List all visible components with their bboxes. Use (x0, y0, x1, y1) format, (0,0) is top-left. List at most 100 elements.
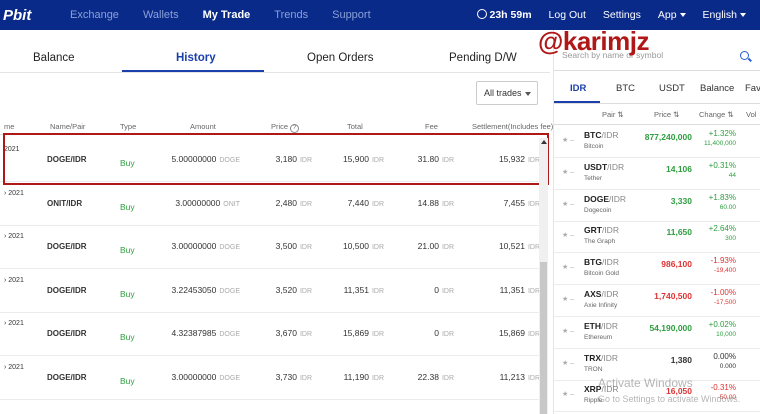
market-change-percent: +2.64% (708, 224, 736, 234)
cell-pair: DOGE/IDR (47, 372, 87, 382)
app-menu[interactable]: App (658, 9, 686, 21)
cell-pair: DOGE/IDR (47, 285, 87, 295)
cell-total: 15,869 IDR (342, 328, 384, 338)
session-timer: 23h 59m (476, 9, 532, 21)
cell-fee: 0 IDR (434, 284, 454, 295)
logo[interactable]: Pbit (0, 7, 70, 24)
table-row[interactable]: › 2021 DOGE/IDR Buy 3.22453050 DOGE 3,520 IDR 1… (0, 269, 540, 313)
market-header-vol[interactable]: Vol (746, 110, 756, 119)
market-panel: Search by name or symbol IDR BTC USDT Ba… (553, 30, 760, 414)
star-icon[interactable]: ★ – (562, 263, 574, 271)
header-pair: Name/Pair (50, 122, 86, 131)
market-price: 3,330 (670, 195, 692, 206)
help-icon[interactable]: ? (290, 124, 300, 133)
logout-link[interactable]: Log Out (549, 9, 586, 21)
market-tab-balance[interactable]: Balance (700, 83, 734, 94)
market-change-abs: 10,000 (716, 330, 736, 338)
market-pair: BTC/IDR (584, 130, 619, 140)
divider (0, 72, 550, 73)
cell-pair: DOGE/IDR (47, 329, 87, 338)
tab-history[interactable]: History (176, 52, 216, 64)
divider (554, 103, 760, 104)
star-icon[interactable]: ★ – (562, 168, 574, 176)
market-row[interactable]: ★ – AXS/IDR Axie Infinity 1,740,500 -1.00% -1… (554, 285, 760, 317)
market-tab-idr[interactable]: IDR (570, 83, 586, 94)
cell-type: Buy (120, 245, 135, 255)
market-change-abs: -17,500 (713, 299, 736, 306)
market-tab-usdt[interactable]: USDT (659, 83, 685, 94)
cell-amount: 3.00000000 DOGE (171, 241, 240, 251)
market-change-percent: -1.00% (710, 288, 736, 297)
cell-fee: 22.38 IDR (417, 371, 454, 382)
market-tab-btc[interactable]: BTC (616, 83, 635, 94)
market-row[interactable]: ★ – USDT/IDR Tether 14,106 +0.31% 44 (554, 158, 760, 190)
nav-wallets[interactable]: Wallets (143, 9, 179, 21)
header-time: me (4, 122, 15, 131)
clock-icon (476, 9, 487, 19)
star-icon[interactable]: ★ – (562, 359, 574, 367)
tab-pending-dw[interactable]: Pending D/W (449, 52, 517, 64)
cell-fee: 0 IDR (434, 328, 454, 338)
coin-name: Bitcoin Gold (584, 270, 620, 278)
activate-windows-hint: Go to Settings to activate Windows. (598, 394, 741, 404)
market-price: 1,380 (670, 354, 692, 365)
star-icon[interactable]: ★ – (562, 390, 574, 398)
cell-pair: DOGE/IDR (47, 242, 87, 251)
trade-filter-select[interactable]: All trades (476, 81, 538, 105)
cell-date: › 2021 (4, 320, 24, 327)
market-header-pair[interactable]: Pair ⇅ (602, 110, 624, 119)
cell-total: 11,351 IDR (343, 284, 384, 295)
cell-price: 3,730 IDR (275, 371, 312, 382)
header-amount: Amount (190, 122, 216, 131)
table-row[interactable]: › 2021 ONIT/IDR Buy 3.00000000 ONIT 2,480 IDR 7… (0, 182, 540, 226)
market-row[interactable]: ★ – BTC/IDR Bitcoin 877,240,000 +1.32% 11,400… (554, 126, 760, 158)
tab-open-orders[interactable]: Open Orders (307, 52, 373, 64)
nav-trends[interactable]: Trends (274, 9, 308, 21)
cell-amount: 3.00000000 ONIT (175, 197, 240, 208)
table-row[interactable]: › 2021 DOGE/IDR Buy 3.00000000 DOGE 3,730 IDR 1… (0, 356, 540, 400)
cell-fee: 14.88 IDR (417, 197, 454, 208)
nav-support[interactable]: Support (332, 9, 371, 21)
market-row[interactable]: ★ – BTG/IDR Bitcoin Gold 986,100 -1.93% -19,4… (554, 253, 760, 285)
cell-type: Buy (120, 288, 135, 299)
nav-exchange[interactable]: Exchange (70, 9, 119, 21)
scrollbar-thumb[interactable] (540, 262, 547, 414)
market-pair: GRT/IDR (584, 225, 619, 236)
market-change-percent: -1.93% (710, 256, 736, 266)
row-divider (554, 411, 760, 413)
language-menu[interactable]: English (703, 9, 746, 21)
cell-total: 7,440 IDR (347, 197, 384, 208)
header-price: Price? (271, 122, 300, 133)
table-row[interactable]: › 2021 DOGE/IDR Buy 4.32387985 DOGE 3,670 IDR 1… (0, 312, 540, 356)
star-icon[interactable]: ★ – (562, 295, 574, 303)
market-pair: AXS/IDR (584, 289, 619, 299)
market-tab-fav[interactable]: Fav (745, 83, 760, 94)
market-header-price[interactable]: Price ⇅ (654, 110, 679, 119)
watermark-handle: @karimjz (538, 26, 649, 56)
market-header-change[interactable]: Change ⇅ (699, 110, 734, 119)
cell-type: Buy (120, 375, 135, 386)
scroll-up-icon[interactable] (540, 140, 547, 144)
star-icon[interactable]: ★ – (562, 327, 574, 335)
market-row[interactable]: ★ – DOGE/IDR Dogecoin 3,330 +1.83% 60.00 (554, 190, 760, 222)
tab-balance[interactable]: Balance (33, 52, 75, 64)
cell-date: › 2021 (4, 363, 24, 371)
star-icon[interactable]: ★ – (562, 136, 574, 144)
coin-name: The Graph (584, 238, 616, 246)
market-price: 14,106 (666, 163, 692, 174)
market-change-abs: 0.000 (719, 362, 736, 370)
cell-amount: 3.22453050 DOGE (171, 284, 240, 295)
cell-total: 11,190 IDR (343, 371, 384, 382)
cell-date: › 2021 (4, 233, 24, 240)
market-row[interactable]: ★ – GRT/IDR The Graph 11,650 +2.64% 300 (554, 221, 760, 253)
search-icon[interactable] (740, 51, 749, 60)
table-row[interactable]: › 2021 DOGE/IDR Buy 3.00000000 DOGE 3,500 IDR 1… (0, 225, 540, 269)
settings-link[interactable]: Settings (603, 9, 641, 21)
cell-settlement: 11,351 IDR (499, 284, 540, 295)
nav-my-trade[interactable]: My Trade (203, 9, 251, 21)
market-price: 877,240,000 (644, 132, 692, 142)
market-change-abs: 44 (728, 171, 736, 179)
star-icon[interactable]: ★ – (562, 231, 574, 239)
market-row[interactable]: ★ – ETH/IDR Ethereum 54,190,000 +0.02% 10,000 (554, 317, 760, 349)
star-icon[interactable]: ★ – (562, 200, 574, 208)
